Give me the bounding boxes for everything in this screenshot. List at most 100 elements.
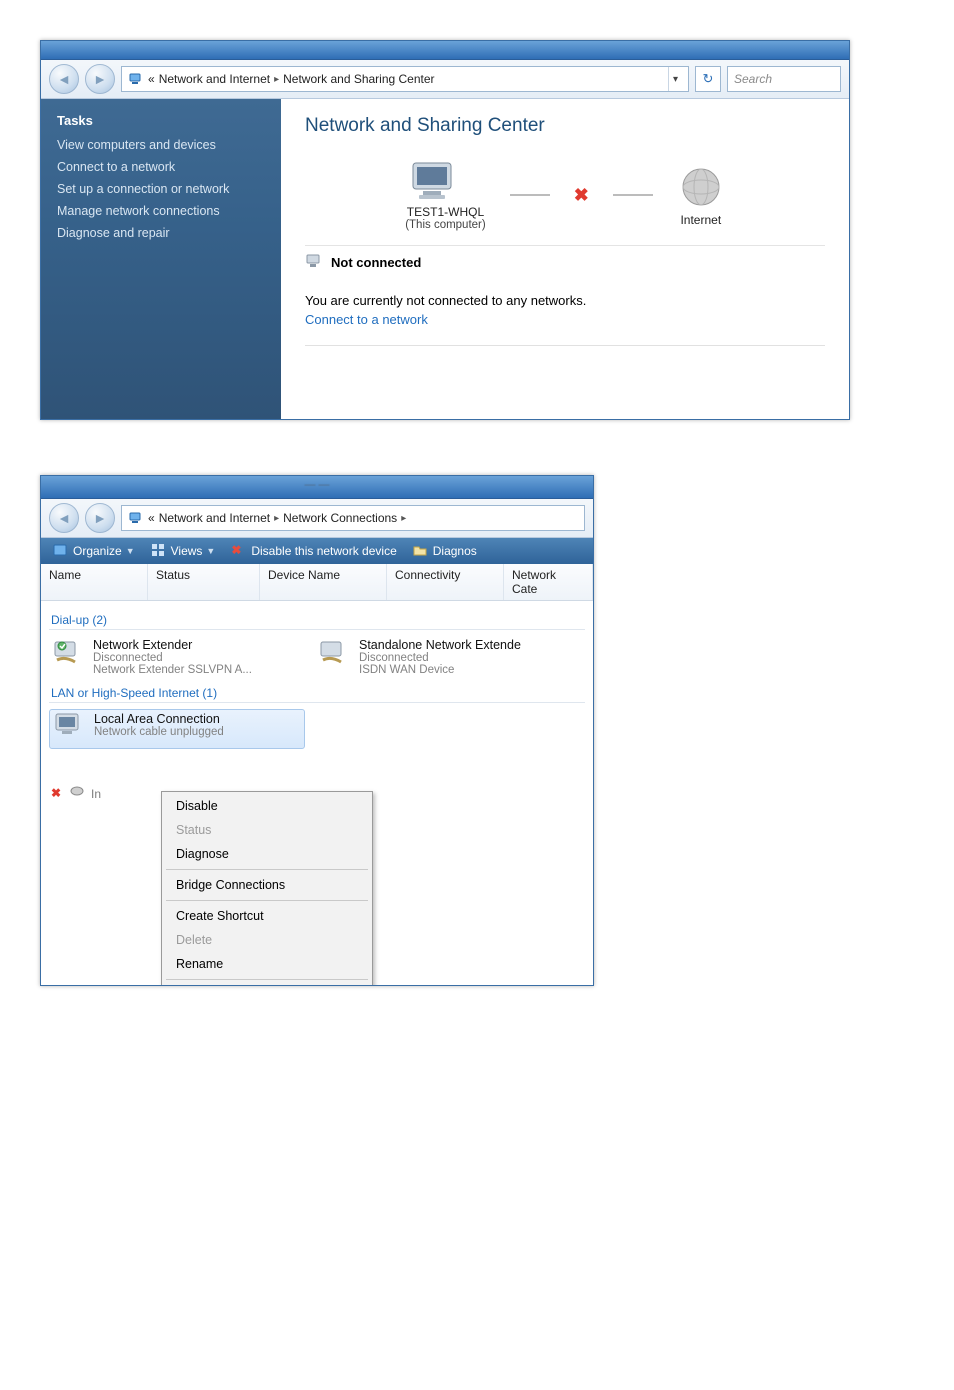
connection-standalone-extender[interactable]: Standalone Network Extende Disconnected … — [315, 636, 569, 678]
breadcrumb-trailing: ▸ — [401, 513, 406, 524]
network-icon — [128, 510, 144, 526]
task-diagnose-repair[interactable]: Diagnose and repair — [57, 226, 265, 240]
device-prefix-text: In — [91, 787, 101, 801]
connect-to-network-link[interactable]: Connect to a network — [305, 312, 428, 327]
network-topology: TEST1-WHQL (This computer) ✖ Internet — [305, 159, 825, 231]
ctx-rename[interactable]: Rename — [162, 952, 372, 976]
address-bar-row: ◄ ► « Network and Internet ▸ Network and… — [41, 60, 849, 99]
disable-device-button[interactable]: ✖ Disable this network device — [225, 541, 402, 561]
this-computer-name: TEST1-WHQL — [405, 205, 486, 219]
connection-name: Network Extender — [93, 638, 252, 652]
ctx-status: Status — [162, 818, 372, 842]
titlebar-text-blurred: — — — [304, 479, 329, 491]
page-title: Network and Sharing Center — [305, 115, 825, 137]
col-header-connectivity[interactable]: Connectivity — [387, 564, 504, 600]
connection-device: ISDN WAN Device — [359, 664, 521, 676]
task-manage-connections[interactable]: Manage network connections — [57, 204, 265, 218]
address-bar-row: ◄ ► « Network and Internet ▸ Network Con… — [41, 499, 593, 538]
nav-forward-button[interactable]: ► — [85, 64, 115, 94]
breadcrumb-part-1[interactable]: Network and Internet — [159, 511, 270, 525]
breadcrumb-part-2[interactable]: Network Connections — [283, 511, 397, 525]
task-setup-connection[interactable]: Set up a connection or network — [57, 182, 265, 196]
ctx-separator — [166, 869, 368, 870]
dialup-icon — [51, 638, 85, 672]
connection-status: Disconnected — [359, 652, 521, 664]
topology-line-left — [510, 194, 550, 196]
ctx-bridge[interactable]: Bridge Connections — [162, 873, 372, 897]
plug-icon — [69, 784, 87, 801]
col-header-status[interactable]: Status — [148, 564, 260, 600]
views-icon — [151, 543, 167, 559]
not-connected-message: You are currently not connected to any n… — [305, 293, 825, 308]
connection-local-area[interactable]: Local Area Connection Network cable unpl… — [49, 709, 305, 749]
connection-network-extender[interactable]: Network Extender Disconnected Network Ex… — [49, 636, 303, 678]
group-lan[interactable]: LAN or High-Speed Internet (1) — [49, 682, 585, 703]
status-message-block: You are currently not connected to any n… — [305, 293, 825, 327]
col-header-name[interactable]: Name — [41, 564, 148, 600]
tasks-panel: Tasks View computers and devices Connect… — [41, 99, 281, 419]
organize-button[interactable]: Organize ▼ — [47, 541, 141, 561]
dropdown-caret-icon: ▼ — [126, 546, 135, 556]
disconnected-x-icon: ✖ — [574, 185, 589, 206]
ctx-shortcut[interactable]: Create Shortcut — [162, 904, 372, 928]
breadcrumb-dropdown[interactable]: ▾ — [668, 67, 682, 91]
breadcrumb-sep-1: ▸ — [274, 513, 279, 524]
task-view-computers[interactable]: View computers and devices — [57, 138, 265, 152]
connection-status: Network cable unplugged — [94, 726, 224, 738]
network-icon — [128, 71, 144, 87]
internet-label: Internet — [677, 213, 725, 227]
ctx-diagnose[interactable]: Diagnose — [162, 842, 372, 866]
breadcrumb-bar[interactable]: « Network and Internet ▸ Network and Sha… — [121, 66, 689, 92]
ctx-separator — [166, 900, 368, 901]
computer-icon — [405, 159, 486, 203]
connection-device: Network Extender SSLVPN A... — [93, 664, 252, 676]
views-button[interactable]: Views ▼ — [145, 541, 222, 561]
globe-icon — [677, 163, 725, 211]
connection-status: Disconnected — [93, 652, 252, 664]
nav-back-button[interactable]: ◄ — [49, 64, 79, 94]
col-header-device-name[interactable]: Device Name — [260, 564, 387, 600]
task-connect-network[interactable]: Connect to a network — [57, 160, 265, 174]
ctx-delete: Delete — [162, 928, 372, 952]
command-toolbar: Organize ▼ Views ▼ ✖ Disable this networ… — [41, 538, 593, 564]
connection-status-row: Not connected — [305, 245, 825, 273]
search-input[interactable]: Search — [727, 66, 841, 92]
internet-node: Internet — [677, 163, 725, 227]
breadcrumb-chevrons: « — [148, 72, 155, 86]
dialup-icon — [317, 638, 351, 672]
lan-icon — [52, 712, 86, 746]
connection-name: Standalone Network Extende — [359, 638, 521, 652]
this-computer-node: TEST1-WHQL (This computer) — [405, 159, 486, 231]
window-titlebar — [41, 41, 849, 60]
main-panel: Network and Sharing Center TEST1-WHQL (T… — [281, 99, 849, 419]
connection-name: Local Area Connection — [94, 712, 224, 726]
dropdown-caret-icon: ▼ — [206, 546, 215, 556]
organize-icon — [53, 543, 69, 559]
nav-forward-button[interactable]: ► — [85, 503, 115, 533]
group-dialup[interactable]: Dial-up (2) — [49, 609, 585, 630]
topology-line-right — [613, 194, 653, 196]
tasks-title: Tasks — [57, 113, 265, 128]
context-menu: Disable Status Diagnose Bridge Connectio… — [161, 791, 373, 986]
network-connections-window: — — ◄ ► « Network and Internet ▸ Network… — [40, 475, 594, 986]
this-computer-sub: (This computer) — [405, 219, 486, 231]
breadcrumb-part-2[interactable]: Network and Sharing Center — [283, 72, 434, 86]
breadcrumb-part-1[interactable]: Network and Internet — [159, 72, 270, 86]
connections-list: Dial-up (2) Network Extender Disconnecte… — [41, 601, 593, 985]
breadcrumb-sep-1: ▸ — [274, 74, 279, 85]
network-small-icon — [305, 252, 323, 273]
col-header-category[interactable]: Network Cate — [504, 564, 593, 600]
ctx-separator — [166, 979, 368, 980]
ctx-disable[interactable]: Disable — [162, 794, 372, 818]
breadcrumb-bar[interactable]: « Network and Internet ▸ Network Connect… — [121, 505, 585, 531]
refresh-button[interactable]: ↻ — [695, 66, 721, 92]
breadcrumb-chevrons: « — [148, 511, 155, 525]
ctx-properties[interactable]: Properties — [162, 983, 372, 986]
diagnose-button[interactable]: Diagnos — [407, 541, 483, 561]
column-headers: Name Status Device Name Connectivity Net… — [41, 564, 593, 601]
nav-back-button[interactable]: ◄ — [49, 503, 79, 533]
disable-x-icon: ✖ — [231, 543, 247, 559]
network-sharing-center-window: ◄ ► « Network and Internet ▸ Network and… — [40, 40, 850, 420]
error-x-icon: ✖ — [51, 786, 61, 800]
folder-icon — [413, 543, 429, 559]
